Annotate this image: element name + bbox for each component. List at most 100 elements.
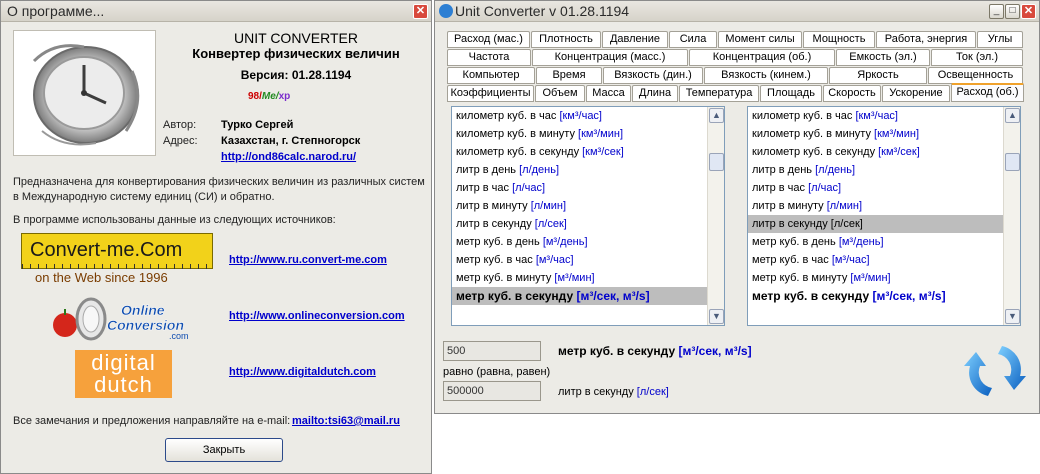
tab-concentration-mass[interactable]: Концентрация (масс.) [532,49,688,66]
tab-density[interactable]: Плотность [531,31,601,48]
tab-time[interactable]: Время [536,67,602,84]
list-item[interactable]: километр куб. в секунду [км³/сек] [452,143,724,161]
close-button[interactable]: Закрыть [165,438,283,462]
list-item[interactable]: метр куб. в минуту [м³/мин] [452,269,724,287]
about-title: О программе... [7,3,105,19]
output-value-field[interactable]: 500000 [443,381,541,401]
sources-intro: В программе использованы данные из следу… [13,214,336,226]
convert-me-logo: Convert-me.Com on the Web since 1996 [21,233,213,285]
onlineconversion-logo-suffix: .com [169,331,189,341]
tab-coefficients[interactable]: Коэффициенты [447,85,534,102]
list-item-selected[interactable]: метр куб. в секунду [м³/сек, м³/s] [452,287,724,305]
scroll-thumb[interactable] [709,153,724,171]
scroll-up-icon[interactable]: ▲ [709,108,724,123]
list-item[interactable]: литр в секунду [л/сек] [452,215,724,233]
tab-length[interactable]: Длина [632,85,678,102]
tab-capacitance[interactable]: Емкость (эл.) [836,49,930,66]
swap-units-icon[interactable] [962,338,1028,404]
list-item[interactable]: метр куб. в минуту [м³/мин] [748,269,1020,287]
list-item[interactable]: километр куб. в час [км³/час] [748,107,1020,125]
address-value: Казахстан, г. Степногорск [221,135,361,147]
app-name: UNIT CONVERTER [234,30,358,46]
tab-current[interactable]: Ток (эл.) [931,49,1023,66]
tab-angles[interactable]: Углы [977,31,1023,48]
digitaldutch-logo-word-2: dutch [94,372,153,397]
maximize-icon[interactable]: □ [1005,4,1020,19]
tab-area[interactable]: Площадь [760,85,822,102]
tab-power[interactable]: Мощность [803,31,875,48]
tab-mass-flow[interactable]: Расход (мас.) [447,31,530,48]
feedback-text: Все замечания и предложения направляйте … [13,415,291,427]
onlineconversion-logo: Online Conversion .com [51,295,201,343]
list-item[interactable]: литр в час [л/час] [452,179,724,197]
list-item-selected[interactable]: литр в секунду [л/сек] [748,215,1020,233]
list-item[interactable]: литр в минуту [л/мин] [748,197,1020,215]
tab-volume-flow[interactable]: Расход (об.) [951,83,1024,102]
tab-computer[interactable]: Компьютер [447,67,535,84]
tab-torque[interactable]: Момент силы [718,31,802,48]
tab-speed[interactable]: Скорость [823,85,881,102]
source-link-digitaldutch[interactable]: http://www.digitaldutch.com [229,366,376,378]
scroll-up-icon[interactable]: ▲ [1005,108,1020,123]
convert-me-logo-subtitle: on the Web since 1996 [35,270,168,285]
convert-me-logo-text: Convert-me.Com [30,239,183,261]
app-subtitle: Конвертер физических величин [192,46,400,61]
tab-temperature[interactable]: Температура [679,85,759,102]
tab-viscosity-dynamic[interactable]: Вязкость (дин.) [603,67,703,84]
list-item[interactable]: метр куб. в день [м³/день] [748,233,1020,251]
about-close-icon[interactable]: ✕ [413,4,428,19]
app-logo-clock [13,30,156,156]
scroll-down-icon[interactable]: ▼ [709,309,724,324]
list-item[interactable]: метр куб. в день [м³/день] [452,233,724,251]
to-unit-list[interactable]: километр куб. в час [км³/час] километр к… [747,106,1021,326]
source-link-onlineconversion[interactable]: http://www.onlineconversion.com [229,310,405,322]
author-label: Автор: [163,119,197,131]
converter-title: Unit Converter v 01.28.1194 [455,3,630,19]
about-dialog: О программе... ✕ UNIT CONVERTER Конверте… [0,0,432,474]
minimize-icon[interactable]: _ [989,4,1004,19]
tab-energy[interactable]: Работа, энергия [876,31,976,48]
windows-me-label: Me/ [261,91,279,102]
list-item[interactable]: километр куб. в минуту [км³/мин] [748,125,1020,143]
output-unit-label: литр в секунду [л/сек] [558,386,669,398]
tab-illuminance[interactable]: Освещенность [928,67,1023,84]
tab-viscosity-kinematic[interactable]: Вязкость (кинем.) [704,67,828,84]
scroll-down-icon[interactable]: ▼ [1005,309,1020,324]
list-item[interactable]: литр в день [л/день] [452,161,724,179]
input-value-field[interactable]: 500 [443,341,541,361]
tab-concentration-volume[interactable]: Концентрация (об.) [689,49,835,66]
source-link-convert-me[interactable]: http://www.ru.convert-me.com [229,254,387,266]
list-item[interactable]: метр куб. в час [м³/час] [748,251,1020,269]
tab-volume[interactable]: Объем [535,85,585,102]
list-item[interactable]: метр куб. в час [м³/час] [452,251,724,269]
list-item[interactable]: метр куб. в секунду [м³/сек, м³/s] [748,287,1020,305]
equals-label: равно (равна, равен) [443,366,551,378]
windows-98-label: 98/ [248,91,262,102]
app-icon [439,4,453,18]
about-titlebar[interactable]: О программе... [1,1,431,22]
tab-pressure[interactable]: Давление [602,31,668,48]
from-list-scrollbar[interactable]: ▲ ▼ [707,107,724,325]
list-item[interactable]: километр куб. в минуту [км³/мин] [452,125,724,143]
tab-force[interactable]: Сила [669,31,717,48]
scroll-thumb[interactable] [1005,153,1020,171]
list-item[interactable]: литр в час [л/час] [748,179,1020,197]
windows-xp-label: xp [278,91,291,102]
site-link[interactable]: http://ond86calc.narod.ru/ [221,151,356,163]
tab-acceleration[interactable]: Ускорение [882,85,950,102]
from-unit-list[interactable]: километр куб. в час [км³/час] километр к… [451,106,725,326]
list-item[interactable]: километр куб. в секунду [км³/сек] [748,143,1020,161]
to-list-scrollbar[interactable]: ▲ ▼ [1003,107,1020,325]
tab-frequency[interactable]: Частота [447,49,531,66]
converter-titlebar[interactable]: Unit Converter v 01.28.1194 [435,1,1039,22]
email-link[interactable]: mailto:tsi63@mail.ru [292,415,400,427]
onlineconversion-logo-word-1: Online [121,302,165,318]
list-item[interactable]: километр куб. в час [км³/час] [452,107,724,125]
description-text: Предназначена для конвертирования физиче… [13,176,425,203]
list-item[interactable]: литр в день [л/день] [748,161,1020,179]
converter-close-icon[interactable]: ✕ [1021,4,1036,19]
version-label: Версия: 01.28.1194 [240,68,352,82]
tab-luminance[interactable]: Яркость [829,67,927,84]
tab-mass[interactable]: Масса [586,85,631,102]
list-item[interactable]: литр в минуту [л/мин] [452,197,724,215]
